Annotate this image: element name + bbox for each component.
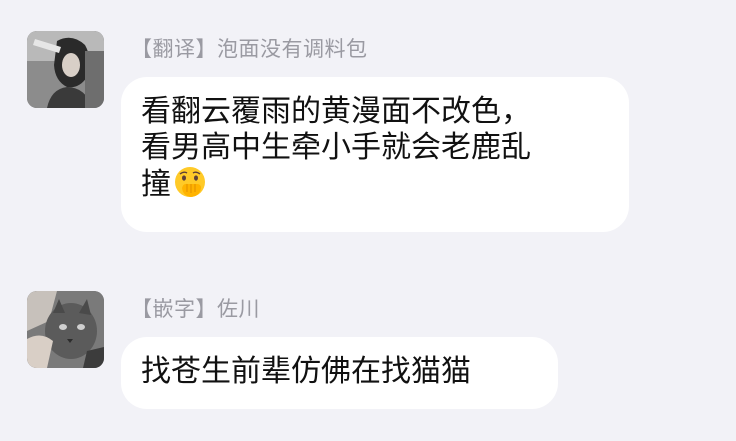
message-item: 【翻译】泡面没有调料包 看翻云覆雨的黄漫面不改色， 看男高中生牵小手就会老鹿乱 … [0,0,736,240]
avatar[interactable] [27,291,104,368]
sender-tag: 【翻译】 [131,37,217,61]
message-text-line: 看翻云覆雨的黄漫面不改色， [141,94,531,129]
sender-label: 【翻译】泡面没有调料包 [131,33,368,63]
message-text-line: 找苍生前辈仿佛在找猫猫 [141,354,471,389]
avatar-image [27,31,104,108]
message-bubble[interactable]: 找苍生前辈仿佛在找猫猫 [121,337,558,409]
avatar-image [27,291,104,368]
sender-tag: 【嵌字】 [131,297,217,321]
message-text-line-last: 撞 [141,166,609,203]
sender-name: 泡面没有调料包 [217,37,368,61]
sender-name: 佐川 [217,297,260,321]
sender-label: 【嵌字】佐川 [131,293,260,323]
hand-over-mouth-emoji [175,167,205,197]
avatar[interactable] [27,31,104,108]
message-bubble[interactable]: 看翻云覆雨的黄漫面不改色， 看男高中生牵小手就会老鹿乱 撞 [121,77,629,232]
message-text-line: 看男高中生牵小手就会老鹿乱 [141,130,531,165]
message-text-fragment: 撞 [141,167,171,202]
message-item: 【嵌字】佐川 找苍生前辈仿佛在找猫猫 [0,240,736,441]
